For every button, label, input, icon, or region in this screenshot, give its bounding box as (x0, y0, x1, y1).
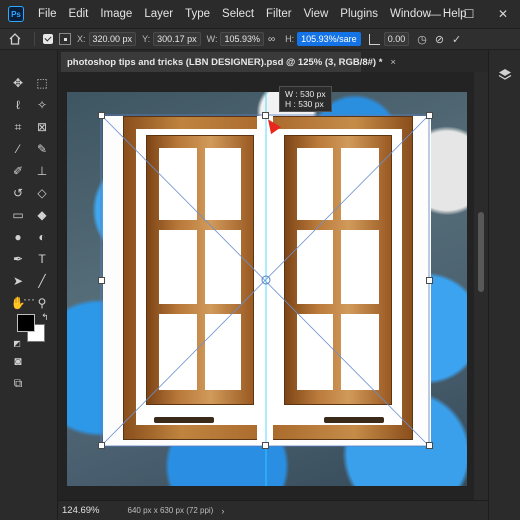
divider (34, 32, 35, 46)
history-brush-tool-icon[interactable]: ↺ (9, 184, 27, 202)
photoshop-logo-icon: Ps (8, 6, 24, 22)
link-icon[interactable]: ∞ (268, 34, 275, 45)
line-tool-icon[interactable]: ╱ (33, 272, 51, 290)
transform-handle-bottom-left[interactable] (98, 442, 105, 449)
sponge-tool-icon[interactable]: ◐ (33, 228, 51, 246)
dodge-tool-icon[interactable]: ● (9, 228, 27, 246)
document-info: 640 px x 630 px (72 ppi) (127, 506, 214, 515)
warp-icon[interactable]: ◷ (417, 33, 427, 46)
tooltip-width: W : 530 px (285, 89, 326, 99)
window-controls: — ☐ ✕ (418, 0, 520, 28)
status-bar: 124.69% 640 px x 630 px (72 ppi) › (58, 500, 488, 520)
close-button[interactable]: ✕ (486, 0, 520, 28)
frame-tool-icon[interactable]: ⊠ (33, 118, 51, 136)
zoom-level[interactable]: 124.69% (62, 505, 100, 516)
home-icon[interactable] (0, 33, 30, 45)
commit-transform-icon[interactable]: ✓ (452, 33, 461, 46)
vertical-scrollbar[interactable] (474, 72, 488, 500)
reference-point-icon[interactable] (59, 33, 71, 45)
type-tool-icon[interactable]: T (33, 250, 51, 268)
quick-mask-icon[interactable]: ◙ (9, 352, 27, 370)
menu-view[interactable]: View (298, 8, 335, 20)
transform-handle-bottom[interactable] (262, 442, 269, 449)
width-input[interactable]: 105.93% (220, 32, 264, 46)
crop-tool-icon[interactable]: ⌗ (9, 118, 27, 136)
transform-size-tooltip: W : 530 px H : 530 px (279, 86, 332, 112)
menu-select[interactable]: Select (216, 8, 260, 20)
show-reference-point-checkbox[interactable] (43, 34, 53, 44)
document-title: photoshop tips and tricks (LBN DESIGNER)… (67, 56, 383, 68)
swap-colors-icon[interactable]: ↰ (36, 308, 54, 326)
right-panel-dock (488, 50, 520, 520)
menu-edit[interactable]: Edit (63, 8, 95, 20)
minimize-button[interactable]: — (418, 0, 452, 28)
screen-mode-icon[interactable]: ⧉ (9, 374, 27, 392)
h-label: H: (285, 34, 295, 44)
x-label: X: (77, 34, 86, 44)
transform-bounding-box[interactable] (58, 72, 474, 500)
height-input[interactable]: 105.93%/sare (297, 32, 361, 46)
document-tab-bar: photoshop tips and tricks (LBN DESIGNER)… (58, 50, 488, 72)
menu-filter[interactable]: Filter (260, 8, 298, 20)
options-bar: X: 320.00 px Y: 300.17 px W: 105.93% ∞ H… (0, 28, 520, 50)
brush-tool-icon[interactable]: ✐ (9, 162, 27, 180)
transform-handle-top-right[interactable] (426, 112, 433, 119)
transform-handle-left[interactable] (98, 277, 105, 284)
eyedropper-tool-icon[interactable]: ⁄ (9, 140, 27, 158)
default-colors-icon[interactable]: ◩ (8, 334, 26, 352)
status-menu-chevron-icon[interactable]: › (221, 506, 224, 516)
gradient-tool-icon[interactable]: ▭ (9, 206, 27, 224)
canvas-area[interactable]: W : 530 px H : 530 px (58, 72, 474, 500)
menu-layer[interactable]: Layer (138, 8, 179, 20)
path-selection-tool-icon[interactable]: ➤ (9, 272, 27, 290)
y-label: Y: (142, 34, 151, 44)
menu-plugins[interactable]: Plugins (334, 8, 384, 20)
scrollbar-thumb[interactable] (478, 212, 484, 292)
menu-type[interactable]: Type (179, 8, 216, 20)
document-tab[interactable]: photoshop tips and tricks (LBN DESIGNER)… (61, 52, 396, 72)
x-position-input[interactable]: 320.00 px (88, 32, 137, 46)
eraser-tool-icon[interactable]: ◇ (33, 184, 51, 202)
maximize-button[interactable]: ☐ (452, 0, 486, 28)
move-tool-icon[interactable]: ✥ (9, 74, 27, 92)
transform-handle-right[interactable] (426, 277, 433, 284)
tooltip-height: H : 530 px (285, 99, 324, 109)
more-tools-icon[interactable]: ··· (20, 290, 38, 308)
marquee-tool-icon[interactable]: ⬚ (33, 74, 51, 92)
layers-panel-icon[interactable] (495, 68, 515, 86)
close-tab-icon[interactable]: × (390, 57, 396, 68)
blur-tool-icon[interactable]: ◆ (33, 206, 51, 224)
transform-handle-top-left[interactable] (98, 112, 105, 119)
tools-panel: ✥ ⬚ ℓ ✧ ⌗ ⊠ ⁄ ✎ ✐ ⊥ ↺ ◇ ▭ ◆ ● ◐ ✒ T ➤ ╱ … (0, 50, 58, 520)
menu-bar: Ps File Edit Image Layer Type Select Fil… (0, 0, 520, 28)
spot-healing-tool-icon[interactable]: ✎ (33, 140, 51, 158)
w-label: W: (206, 34, 218, 44)
rotation-input[interactable]: 0.00 (383, 32, 410, 46)
foreground-color-swatch[interactable] (17, 314, 35, 332)
clone-stamp-tool-icon[interactable]: ⊥ (33, 162, 51, 180)
menu-image[interactable]: Image (94, 8, 138, 20)
magic-wand-tool-icon[interactable]: ✧ (33, 96, 51, 114)
transform-handle-bottom-right[interactable] (426, 442, 433, 449)
lasso-tool-icon[interactable]: ℓ (9, 96, 27, 114)
y-position-input[interactable]: 300.17 px (153, 32, 201, 46)
pen-tool-icon[interactable]: ✒ (9, 250, 27, 268)
angle-icon (368, 33, 380, 45)
menu-file[interactable]: File (32, 8, 63, 20)
cancel-transform-icon[interactable]: ⊘ (435, 33, 444, 46)
